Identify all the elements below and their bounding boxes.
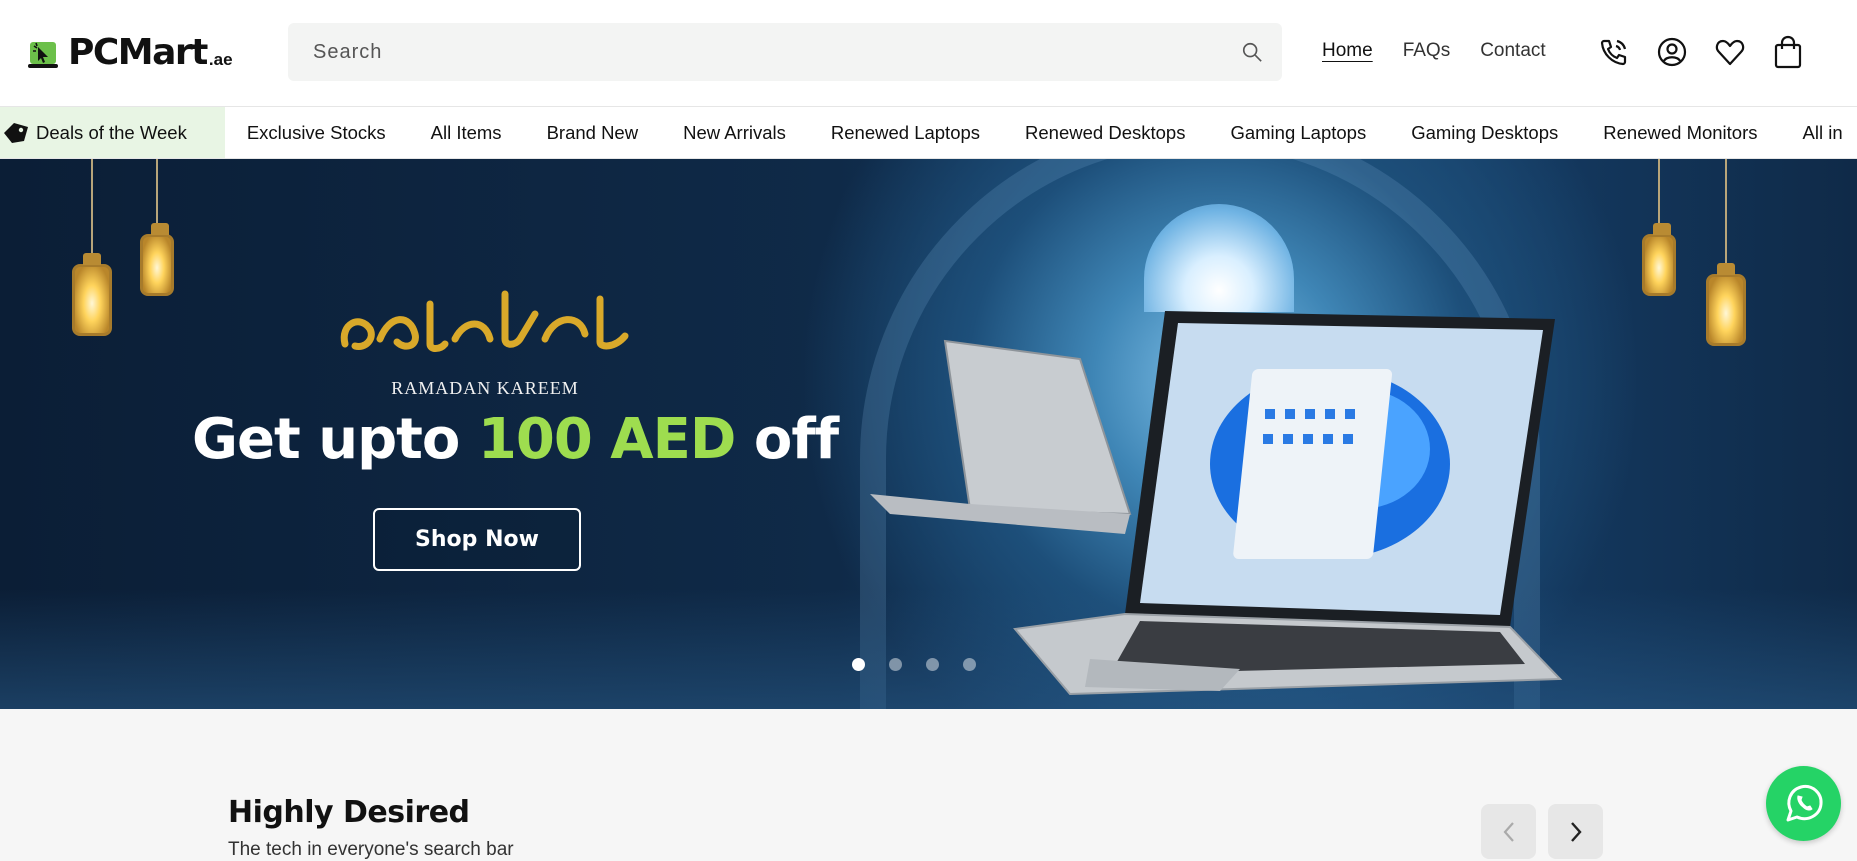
highly-desired-section: Highly Desired The tech in everyone's se… [0, 709, 1857, 861]
phone-button[interactable] [1598, 34, 1630, 70]
category-nav: Deals of the Week Exclusive Stocks All I… [0, 107, 1857, 159]
whatsapp-chat-button[interactable] [1766, 766, 1841, 841]
phone-icon [1600, 39, 1627, 66]
search-button[interactable] [1222, 23, 1282, 81]
category-all-items[interactable]: All Items [431, 122, 502, 144]
carousel-prev-button[interactable] [1481, 804, 1536, 859]
cart-button[interactable] [1772, 34, 1804, 70]
laptop-product-image [870, 311, 1563, 696]
brand-suffix: .ae [208, 50, 233, 69]
deals-of-the-week[interactable]: Deals of the Week [0, 107, 225, 158]
carousel-dot[interactable] [889, 658, 902, 671]
hero-headline: Get upto 100 AED off [192, 407, 839, 472]
lantern-decoration [1642, 159, 1676, 296]
nav-contact-link[interactable]: Contact [1480, 40, 1545, 62]
headline-discount: 100 AED [477, 407, 736, 472]
category-renewed-laptops[interactable]: Renewed Laptops [831, 122, 980, 144]
section-title: Highly Desired [228, 795, 470, 830]
site-header: PCMart .ae Home FAQs Contact [0, 0, 1857, 107]
search-bar [288, 23, 1282, 81]
category-exclusive-stocks[interactable]: Exclusive Stocks [247, 122, 386, 144]
carousel-next-button[interactable] [1548, 804, 1603, 859]
category-all-in-one[interactable]: All in [1803, 122, 1843, 144]
headline-prefix: Get upto [192, 407, 478, 472]
category-brand-new[interactable]: Brand New [547, 122, 639, 144]
nav-faqs-link[interactable]: FAQs [1403, 40, 1451, 62]
logo-cursor-icon [28, 42, 58, 68]
nav-home-link[interactable]: Home [1322, 40, 1373, 62]
chevron-right-icon [1570, 821, 1582, 842]
headline-suffix: off [735, 407, 839, 472]
lantern-decoration [72, 159, 112, 336]
lantern-decoration [140, 159, 174, 296]
category-gaming-laptops[interactable]: Gaming Laptops [1230, 122, 1366, 144]
lantern-decoration [1706, 159, 1746, 346]
search-icon [1242, 42, 1262, 62]
carousel-dot[interactable] [963, 658, 976, 671]
brand-name: PCMart [68, 32, 208, 73]
chevron-left-icon [1503, 821, 1514, 842]
account-button[interactable] [1656, 34, 1688, 70]
carousel-dot[interactable] [926, 658, 939, 671]
cart-bag-icon [1774, 35, 1802, 69]
hero-banner[interactable]: RAMADAN KAREEM Get upto 100 AED off Shop… [0, 159, 1857, 709]
category-gaming-desktops[interactable]: Gaming Desktops [1411, 122, 1558, 144]
whatsapp-icon [1786, 784, 1823, 821]
section-subtitle: The tech in everyone's search bar [228, 839, 514, 860]
header-actions [1598, 34, 1804, 70]
hero-subtitle: RAMADAN KAREEM [391, 378, 579, 398]
category-new-arrivals[interactable]: New Arrivals [683, 122, 786, 144]
shop-now-button[interactable]: Shop Now [373, 508, 581, 571]
brand-logo[interactable]: PCMart .ae [28, 30, 233, 72]
category-renewed-desktops[interactable]: Renewed Desktops [1025, 122, 1185, 144]
deals-label: Deals of the Week [36, 121, 187, 143]
carousel-dots [852, 658, 976, 671]
search-input[interactable] [288, 23, 1222, 81]
ramadan-calligraphy [340, 290, 629, 352]
category-renewed-monitors[interactable]: Renewed Monitors [1603, 122, 1757, 144]
carousel-dot[interactable] [852, 658, 865, 671]
wishlist-heart-icon [1715, 39, 1745, 66]
account-icon [1657, 37, 1687, 67]
wishlist-button[interactable] [1714, 34, 1746, 70]
price-tag-icon [4, 122, 28, 143]
main-nav: Home FAQs Contact [1322, 40, 1546, 62]
